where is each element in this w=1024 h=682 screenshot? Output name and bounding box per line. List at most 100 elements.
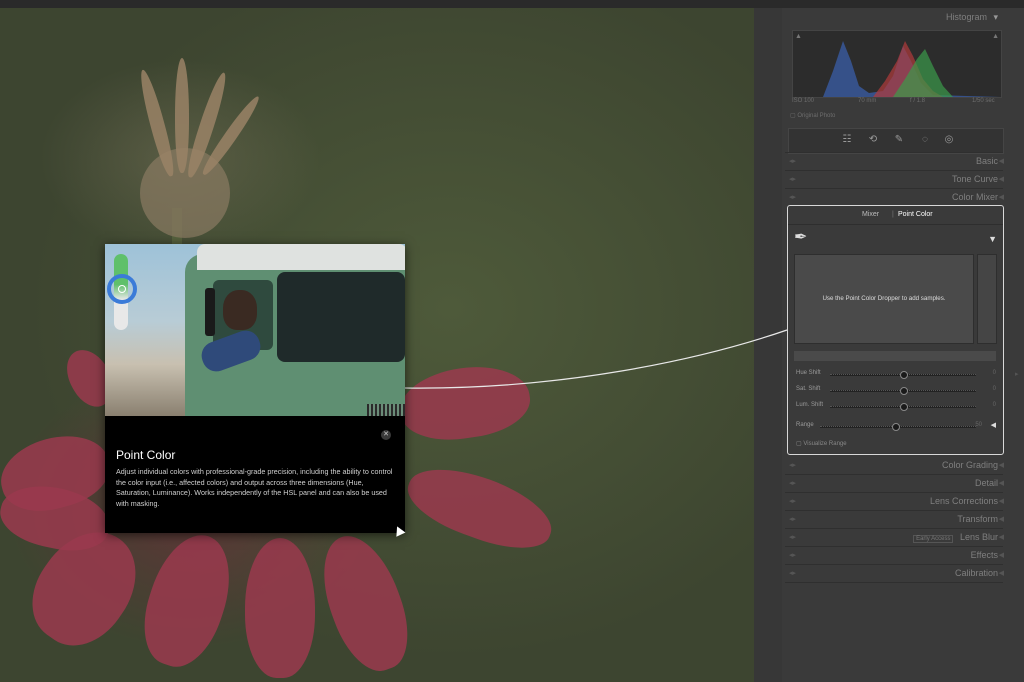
collapse-arrow-icon[interactable]: ◀ — [999, 569, 1004, 577]
section-label: Transform — [957, 514, 998, 524]
range-expand-icon[interactable]: ◀ — [991, 421, 996, 429]
section-calibration[interactable]: Calibration — [955, 568, 998, 578]
divider — [785, 564, 1003, 565]
section-label: Lens Corrections — [929, 496, 998, 506]
panel-collapse-icon[interactable]: ▸ — [1015, 370, 1019, 378]
truck-grille — [367, 404, 405, 416]
dropper-hint: Use the Point Color Dropper to add sampl… — [822, 295, 946, 302]
checkbox-icon: ▢ — [796, 441, 802, 447]
histogram-header[interactable]: Histogram ▾ — [946, 12, 998, 23]
divider — [785, 510, 1003, 511]
feature-tooltip-card: ✕ Point Color Adjust individual colors w… — [105, 244, 405, 533]
healing-icon[interactable]: ✎ — [893, 134, 905, 146]
eye-icon[interactable]: ◂▸ — [789, 157, 796, 165]
visualize-range-toggle[interactable]: ▢ Visualize Range — [796, 440, 847, 447]
early-access-badge: Early Access — [913, 535, 954, 543]
divider — [785, 170, 1003, 171]
close-button[interactable]: ✕ — [381, 430, 391, 440]
section-effects[interactable]: Effects — [971, 550, 998, 560]
histogram-shutter: 1/50 sec — [972, 98, 995, 104]
eye-icon[interactable]: ◂▸ — [789, 175, 796, 183]
sat-shift-slider[interactable]: Sat. Shift 0 — [796, 386, 996, 396]
sample-swatch-area[interactable]: Use the Point Color Dropper to add sampl… — [794, 254, 974, 344]
truck-roof — [197, 244, 405, 270]
original-photo-label: Original Photo — [797, 113, 836, 119]
clipping-highlight-icon[interactable]: ▲ — [992, 33, 999, 40]
slider-knob[interactable] — [892, 423, 900, 431]
eyedropper-icon[interactable]: ✒ — [794, 230, 807, 246]
section-tone-curve[interactable]: Tone Curve — [952, 174, 998, 184]
divider — [785, 188, 1003, 189]
section-color-grading[interactable]: Color Grading — [942, 460, 998, 470]
slider-knob[interactable] — [900, 387, 908, 395]
section-label: Calibration — [954, 568, 998, 578]
slider-value: 50 — [975, 422, 982, 428]
original-photo-toggle[interactable]: ▢ Original Photo — [790, 112, 835, 119]
section-transform[interactable]: Transform — [957, 514, 998, 524]
bud-petal — [175, 58, 189, 173]
truck-mirror — [205, 288, 215, 336]
divider — [785, 528, 1003, 529]
eye-icon[interactable]: ◂▸ — [789, 461, 796, 469]
top-bar — [0, 0, 1024, 8]
sliders-icon[interactable]: ☷ — [841, 134, 853, 146]
collapse-arrow-icon[interactable]: ◀ — [999, 533, 1004, 541]
eye-icon[interactable]: ◂▸ — [789, 515, 796, 523]
crop-icon[interactable]: ⟲ — [867, 134, 879, 146]
collapse-arrow-icon[interactable]: ◀ — [999, 461, 1004, 469]
section-label: Color Mixer — [951, 192, 998, 202]
feature-preview-image — [105, 244, 405, 416]
collapse-arrow-icon[interactable]: ◀ — [999, 157, 1004, 165]
histogram-label: Histogram — [945, 12, 987, 22]
slider-knob[interactable] — [900, 371, 908, 379]
section-lens-blur[interactable]: Early Access Lens Blur — [913, 532, 998, 543]
masking-icon[interactable]: ◎ — [943, 134, 955, 146]
truck-windshield — [277, 272, 405, 362]
collapse-arrow-icon[interactable]: ◀ — [999, 175, 1004, 183]
section-label: Basic — [975, 156, 998, 166]
eye-icon[interactable]: ◂▸ — [789, 569, 796, 577]
visualize-range-label: Visualize Range — [803, 441, 847, 447]
section-basic[interactable]: Basic — [976, 156, 998, 166]
collapse-arrow-icon[interactable]: ◀ — [999, 193, 1004, 201]
tab-point-color[interactable]: Point Color — [898, 211, 933, 218]
hue-shift-slider[interactable]: Hue Shift 0 — [796, 370, 996, 380]
canvas-scroll-gutter — [754, 8, 782, 682]
eye-icon[interactable]: ◂▸ — [789, 533, 796, 541]
collapse-arrow-icon[interactable]: ◀ — [999, 551, 1004, 559]
color-range-bar[interactable] — [794, 351, 996, 361]
flower-petal — [308, 525, 422, 681]
popup-description: Adjust individual colors with profession… — [116, 467, 393, 508]
color-selector-dot — [118, 285, 126, 293]
close-icon: ✕ — [383, 431, 389, 438]
range-slider[interactable]: Range 50 ◀ — [796, 422, 996, 432]
tab-mixer[interactable]: Mixer — [862, 211, 879, 218]
eye-icon[interactable]: ◂▸ — [789, 551, 796, 559]
section-lens-corrections[interactable]: Lens Corrections — [930, 496, 998, 506]
collapse-arrow-icon[interactable]: ◀ — [999, 479, 1004, 487]
chevron-down-icon[interactable]: ▼ — [988, 234, 997, 244]
flower-petal — [395, 359, 535, 447]
section-color-mixer[interactable]: Color Mixer — [952, 192, 998, 202]
divider — [785, 474, 1003, 475]
section-label: Detail — [974, 478, 998, 488]
section-detail[interactable]: Detail — [975, 478, 998, 488]
eye-icon[interactable]: ◂▸ — [789, 193, 796, 201]
histogram: ▲ ▲ — [792, 30, 1002, 98]
lum-shift-slider[interactable]: Lum. Shift 0 — [796, 402, 996, 412]
flower-petal — [245, 538, 315, 678]
section-label: Effects — [970, 550, 998, 560]
slider-knob[interactable] — [900, 403, 908, 411]
divider — [785, 582, 1003, 583]
collapse-arrow-icon[interactable]: ◀ — [999, 497, 1004, 505]
red-eye-icon[interactable]: ◌ — [919, 134, 931, 146]
section-label: Lens Blur — [959, 532, 998, 542]
eye-icon[interactable]: ◂▸ — [789, 479, 796, 487]
histogram-focal: 70 mm — [858, 98, 877, 104]
slider-label: Sat. Shift — [796, 386, 821, 392]
clipping-shadow-icon[interactable]: ▲ — [795, 33, 802, 40]
collapse-arrow-icon[interactable]: ◀ — [999, 515, 1004, 523]
checkbox-icon: ▢ — [790, 113, 796, 119]
section-label: Color Grading — [941, 460, 998, 470]
eye-icon[interactable]: ◂▸ — [789, 497, 796, 505]
